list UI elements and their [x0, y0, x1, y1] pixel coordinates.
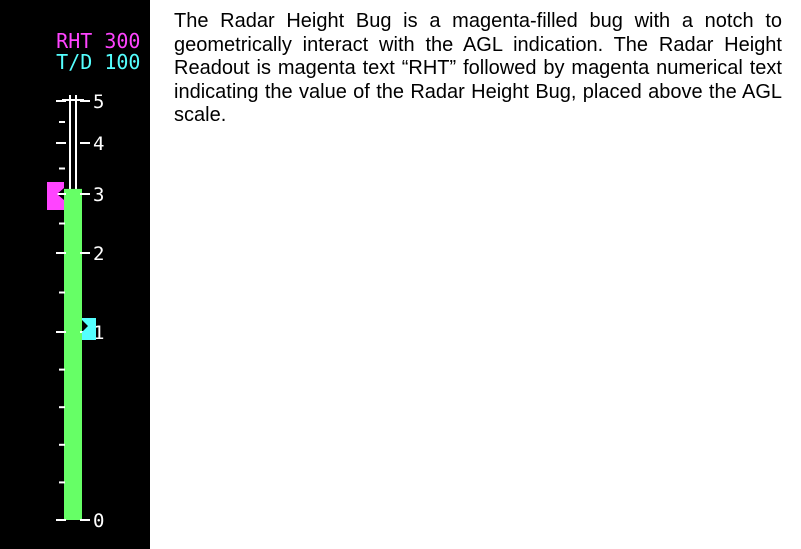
agl-display-panel: RHT 300 T/D 100 543210: [0, 0, 150, 549]
radar-height-bug: [47, 182, 64, 210]
scale-label-3: 3: [93, 184, 104, 206]
scale-label-5: 5: [93, 91, 104, 113]
scale-label-2: 2: [93, 243, 104, 265]
scale-labels: 543210: [93, 91, 104, 532]
description-paragraph: The Radar Height Bug is a magenta-filled…: [174, 10, 782, 126]
agl-indication-bar: [64, 188, 82, 520]
scale-label-4: 4: [93, 133, 104, 155]
agl-scale: 543210: [47, 91, 104, 532]
scale-label-0: 0: [93, 510, 104, 532]
touchdown-bug: [82, 318, 96, 340]
